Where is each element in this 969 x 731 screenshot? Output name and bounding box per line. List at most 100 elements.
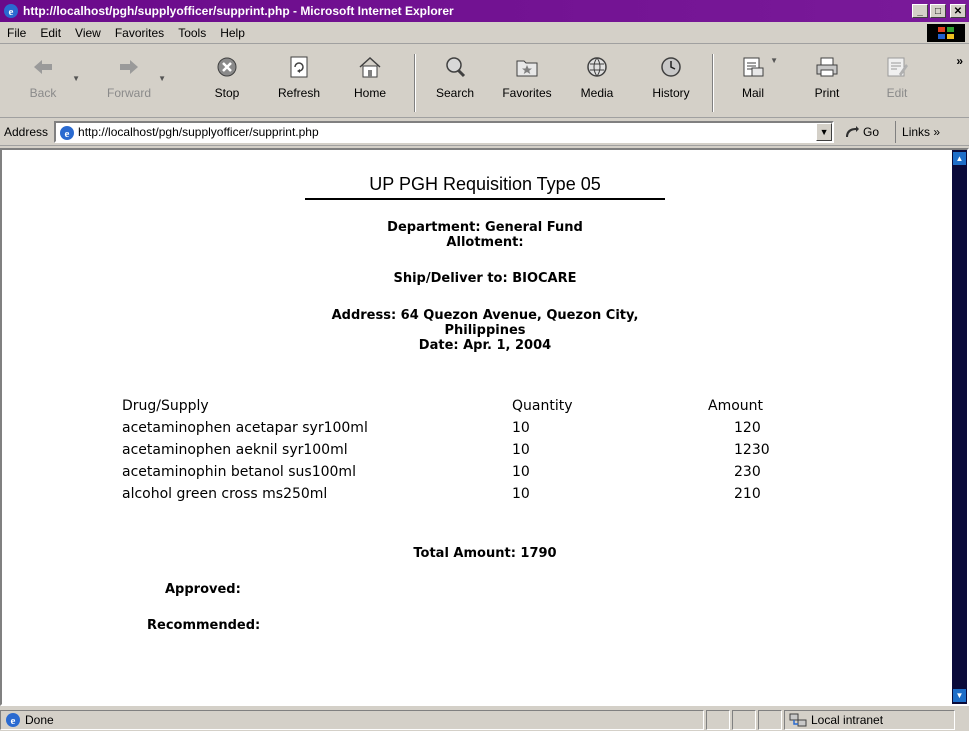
standard-toolbar: Back ▼ Forward ▼ Stop Refresh Home Searc…: [0, 46, 969, 118]
menu-view[interactable]: View: [68, 26, 108, 40]
history-button[interactable]: History: [640, 52, 702, 114]
maximize-button[interactable]: □: [930, 4, 946, 18]
go-arrow-icon: [846, 125, 860, 137]
column-header-amount: Amount: [708, 398, 764, 414]
content-frame: UP PGH Requisition Type 05 Department: G…: [0, 148, 969, 706]
mail-button[interactable]: Mail ▼: [722, 52, 784, 114]
table-cell-amount: 120: [734, 420, 761, 436]
table-cell-amount: 230: [734, 464, 761, 480]
media-button[interactable]: Media: [566, 52, 628, 114]
forward-arrow-icon: [115, 52, 143, 82]
internet-explorer-icon: e: [4, 4, 18, 18]
menu-edit[interactable]: Edit: [33, 26, 68, 40]
refresh-button[interactable]: Refresh: [268, 52, 330, 114]
address-label: Address: [4, 124, 49, 139]
amount-column: Amount 120 1230 230 210: [708, 395, 808, 505]
table-cell-quantity: 10: [512, 442, 530, 458]
table-cell-drug: acetaminophen aeknil syr100ml: [122, 442, 348, 458]
status-pane: [732, 709, 756, 730]
forward-button[interactable]: Forward ▼: [98, 52, 166, 114]
edit-icon: [883, 52, 911, 82]
home-icon: [356, 52, 384, 82]
forward-dropdown-icon[interactable]: ▼: [158, 74, 166, 83]
menu-tools[interactable]: Tools: [171, 26, 213, 40]
column-header-drug: Drug/Supply: [122, 398, 209, 414]
quantity-column: Quantity 10 10 10 10: [512, 395, 632, 505]
search-button[interactable]: Search: [424, 52, 486, 114]
scroll-up-icon[interactable]: ▲: [953, 152, 966, 165]
browser-window: e http://localhost/pgh/supplyofficer/sup…: [0, 0, 969, 731]
allotment-line: Allotment:: [446, 235, 524, 250]
security-zone: Local intranet: [784, 709, 955, 730]
table-cell-amount: 210: [734, 486, 761, 502]
ship-to-line: Ship/Deliver to: BIOCARE: [393, 271, 577, 286]
search-icon: [441, 52, 469, 82]
go-button[interactable]: Go: [844, 125, 879, 139]
menu-bar: File Edit View Favorites Tools Help: [0, 22, 969, 44]
refresh-icon: [285, 52, 313, 82]
scroll-down-icon[interactable]: ▼: [953, 689, 966, 702]
address-line-2: Philippines: [444, 323, 526, 338]
address-url: http://localhost/pgh/supplyofficer/suppr…: [78, 124, 319, 139]
back-button[interactable]: Back ▼: [12, 52, 80, 114]
status-pane: [758, 709, 782, 730]
close-button[interactable]: ✕: [950, 4, 966, 18]
title-bar[interactable]: e http://localhost/pgh/supplyofficer/sup…: [0, 0, 969, 22]
recommended-label: Recommended:: [147, 618, 261, 633]
svg-text:e: e: [9, 6, 14, 18]
zone-label: Local intranet: [811, 712, 884, 727]
page-done-icon: e: [6, 712, 20, 727]
window-title: http://localhost/pgh/supplyofficer/suppr…: [23, 4, 454, 18]
menu-file[interactable]: File: [0, 26, 33, 40]
print-icon: [813, 52, 841, 82]
table-cell-drug: alcohol green cross ms250ml: [122, 486, 328, 502]
page-content: UP PGH Requisition Type 05 Department: G…: [2, 150, 952, 704]
drug-column: Drug/Supply acetaminophen acetapar syr10…: [122, 395, 482, 505]
column-header-quantity: Quantity: [512, 398, 573, 414]
status-bar: e Done Local intranet: [0, 708, 969, 731]
links-button[interactable]: Links »: [895, 120, 940, 143]
date-line: Date: Apr. 1, 2004: [418, 338, 552, 353]
menu-favorites[interactable]: Favorites: [108, 26, 171, 40]
page-icon: e: [60, 125, 75, 140]
table-cell-quantity: 10: [512, 486, 530, 502]
department-line: Department: General Fund: [387, 220, 583, 235]
table-cell-drug: acetaminophen acetapar syr100ml: [122, 420, 368, 436]
home-button[interactable]: Home: [339, 52, 401, 114]
mail-icon: [739, 52, 767, 82]
toolbar-separator: [712, 54, 714, 112]
vertical-scrollbar[interactable]: ▲ ▼: [952, 150, 967, 704]
address-input[interactable]: e http://localhost/pgh/supplyofficer/sup…: [54, 120, 835, 143]
status-pane: [706, 709, 730, 730]
local-intranet-icon: [789, 713, 807, 726]
toolbar-more-chevron[interactable]: »: [956, 54, 963, 68]
status-text: Done: [25, 712, 54, 727]
table-cell-quantity: 10: [512, 420, 530, 436]
mail-dropdown-icon[interactable]: ▼: [770, 56, 778, 65]
back-dropdown-icon[interactable]: ▼: [72, 74, 80, 83]
minimize-button[interactable]: _: [912, 4, 928, 18]
address-dropdown-icon[interactable]: ▼: [816, 122, 833, 141]
media-icon: [583, 52, 611, 82]
windows-logo-icon: [927, 24, 965, 42]
favorites-icon: [513, 52, 541, 82]
favorites-button[interactable]: Favorites: [496, 52, 558, 114]
table-cell-amount: 1230: [734, 442, 770, 458]
address-bar: Address e http://localhost/pgh/supplyoff…: [0, 118, 969, 146]
table-cell-quantity: 10: [512, 464, 530, 480]
address-line-1: Address: 64 Quezon Avenue, Quezon City,: [331, 308, 639, 323]
stop-button[interactable]: Stop: [196, 52, 258, 114]
svg-text:e: e: [11, 715, 16, 727]
status-panel: e Done: [0, 709, 704, 730]
stop-icon: [213, 52, 241, 82]
document-title: UP PGH Requisition Type 05: [305, 174, 665, 200]
toolbar-separator: [414, 54, 416, 112]
menu-help[interactable]: Help: [213, 26, 252, 40]
approved-label: Approved:: [165, 582, 241, 597]
edit-button[interactable]: Edit: [866, 52, 928, 114]
print-button[interactable]: Print: [796, 52, 858, 114]
history-icon: [657, 52, 685, 82]
svg-text:e: e: [65, 128, 70, 140]
table-cell-drug: acetaminophin betanol sus100ml: [122, 464, 356, 480]
back-arrow-icon: [29, 52, 57, 82]
